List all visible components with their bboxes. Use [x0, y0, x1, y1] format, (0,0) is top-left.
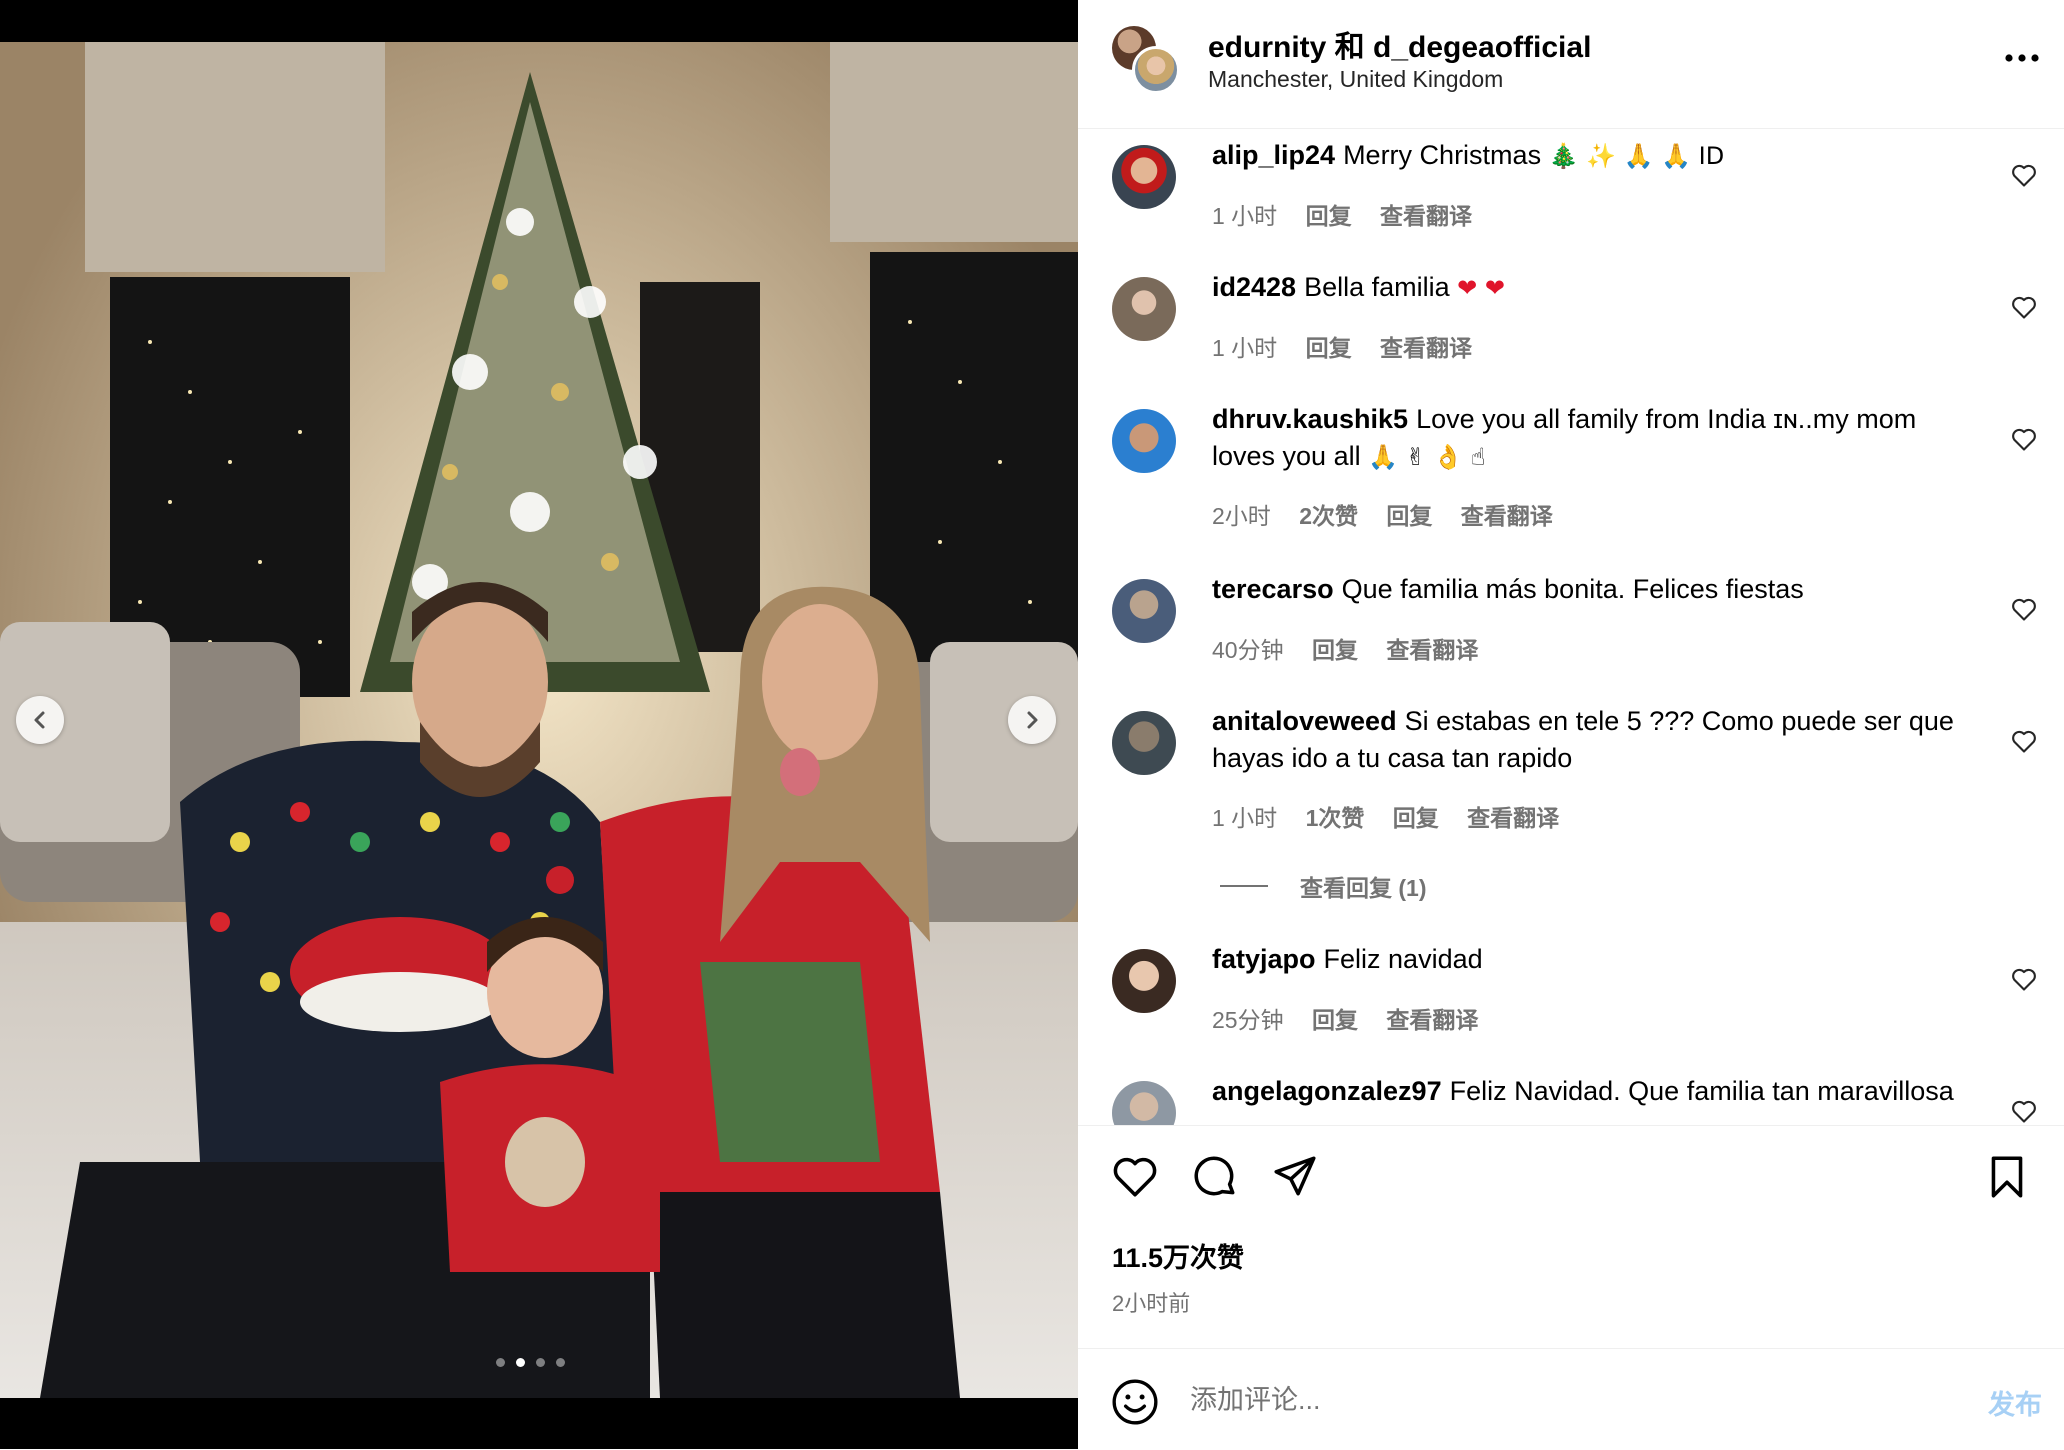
- reply-button[interactable]: 回复: [1312, 1007, 1358, 1033]
- comment-body: Que familia más bonita. Felices fiestas: [1341, 574, 1804, 604]
- post-media: [0, 0, 1078, 1449]
- divider: [1220, 885, 1268, 887]
- heart-icon[interactable]: [2010, 425, 2038, 453]
- heart-icon[interactable]: [1110, 1152, 1160, 1202]
- comment-time[interactable]: 1 小时: [1212, 805, 1277, 831]
- comment-meta: 2小时 2次赞 回复 查看翻译: [1212, 497, 1575, 531]
- comment-username[interactable]: anitaloveweed: [1212, 706, 1397, 736]
- heart-icon[interactable]: [2010, 293, 2038, 321]
- view-replies-button[interactable]: 查看回复 (1): [1220, 869, 1427, 903]
- comment-body: Bella familia: [1304, 272, 1450, 302]
- translate-button[interactable]: 查看翻译: [1386, 637, 1478, 663]
- post-header: edurnity 和 d_degeaofficial Manchester, U…: [1078, 0, 2064, 129]
- comment-username[interactable]: fatyjapo: [1212, 944, 1316, 974]
- comment-icon[interactable]: [1190, 1152, 1240, 1202]
- comment-username[interactable]: terecarso: [1212, 574, 1334, 604]
- chevron-left-icon: [34, 711, 45, 729]
- post-actions: 11.5万次赞 2小时前: [1078, 1125, 2064, 1349]
- comment-time[interactable]: 1 小时: [1212, 335, 1277, 361]
- heart-icon[interactable]: [2010, 595, 2038, 623]
- comment-username[interactable]: dhruv.kaushik5: [1212, 404, 1408, 434]
- carousel-dot: [556, 1358, 565, 1367]
- comment-text-block: anitaloveweed Si estabas en tele 5 ??? Co…: [1212, 703, 1972, 777]
- comment-like-count[interactable]: 1次赞: [1306, 805, 1365, 831]
- comment-body: Feliz navidad: [1323, 944, 1483, 974]
- reply-button[interactable]: 回复: [1306, 335, 1352, 361]
- comment-username[interactable]: alip_lip24: [1212, 140, 1335, 170]
- post-location[interactable]: Manchester, United Kingdom: [1208, 66, 1503, 93]
- post-comment-button[interactable]: 发布: [1988, 1383, 2042, 1422]
- avatar[interactable]: [1112, 579, 1176, 643]
- comment-meta: 1 小时 回复 查看翻译: [1212, 329, 1494, 363]
- comment-meta: 1 小时 回复 查看翻译: [1212, 197, 1494, 231]
- comment-meta: 40分钟 回复 查看翻译: [1212, 631, 1500, 665]
- comment-emoji: ❤ ❤: [1457, 274, 1505, 302]
- reply-button[interactable]: 回复: [1312, 637, 1358, 663]
- avatar[interactable]: [1112, 1081, 1176, 1125]
- translate-button[interactable]: 查看翻译: [1380, 335, 1472, 361]
- carousel-dot-active: [516, 1358, 525, 1367]
- translate-button[interactable]: 查看翻译: [1467, 805, 1559, 831]
- comment-username[interactable]: id2428: [1212, 272, 1296, 302]
- view-replies-label: 查看回复 (1): [1300, 875, 1427, 901]
- comment-text-block: dhruv.kaushik5 Love you all family from I…: [1212, 401, 1972, 476]
- comment-text-block: fatyjapo Feliz navidad: [1212, 941, 1972, 978]
- comment-body: Feliz Navidad. Que familia tan maravillo…: [1449, 1076, 1954, 1106]
- emoji-icon[interactable]: [1110, 1377, 1160, 1427]
- more-options-button[interactable]: [2002, 38, 2042, 78]
- comment-time[interactable]: 1 小时: [1212, 203, 1277, 229]
- more-options-icon: [2005, 54, 2039, 62]
- carousel-prev-button[interactable]: [16, 696, 64, 744]
- heart-icon[interactable]: [2010, 1097, 2038, 1125]
- reply-button[interactable]: 回复: [1306, 203, 1352, 229]
- avatar[interactable]: [1112, 145, 1176, 209]
- heart-icon[interactable]: [2010, 965, 2038, 993]
- comments-list[interactable]: alip_lip24 Merry Christmas 🎄 ✨ 🙏 🙏 ID 1 小…: [1078, 129, 2064, 1125]
- carousel-dot: [496, 1358, 505, 1367]
- post-authors[interactable]: edurnity 和 d_degeaofficial: [1208, 22, 1591, 66]
- avatar[interactable]: [1112, 409, 1176, 473]
- avatar[interactable]: [1112, 949, 1176, 1013]
- translate-button[interactable]: 查看翻译: [1380, 203, 1472, 229]
- family-christmas-photo: [0, 42, 1078, 1398]
- translate-button[interactable]: 查看翻译: [1461, 503, 1553, 529]
- heart-icon[interactable]: [2010, 727, 2038, 755]
- comment-like-count[interactable]: 2次赞: [1299, 503, 1358, 529]
- comment-meta: 1 小时 1次赞 回复 查看翻译: [1212, 799, 1581, 833]
- comment-input[interactable]: [1188, 1373, 1892, 1427]
- send-icon[interactable]: [1270, 1152, 1320, 1202]
- comment-time[interactable]: 25分钟: [1212, 1007, 1284, 1033]
- comment-text-block: id2428 Bella familia ❤ ❤: [1212, 269, 1972, 307]
- comment-time[interactable]: 40分钟: [1212, 637, 1284, 663]
- carousel-next-button[interactable]: [1008, 696, 1056, 744]
- post-time[interactable]: 2小时前: [1112, 1286, 1190, 1318]
- author-avatars[interactable]: [1112, 26, 1182, 96]
- reply-button[interactable]: 回复: [1393, 805, 1439, 831]
- comment-username[interactable]: angelagonzalez97: [1212, 1076, 1442, 1106]
- avatar[interactable]: [1132, 46, 1180, 94]
- carousel-indicator: [496, 1358, 565, 1367]
- comment-emoji: 🙏 ✌ 👌 ☝: [1368, 443, 1486, 471]
- comment-body: Merry Christmas: [1343, 140, 1542, 170]
- comment-time[interactable]: 2小时: [1212, 503, 1271, 529]
- avatar[interactable]: [1112, 277, 1176, 341]
- comment-meta: 25分钟 回复 查看翻译: [1212, 1001, 1500, 1035]
- comment-emoji: 🎄 ✨ 🙏 🙏 ID: [1548, 142, 1725, 170]
- bookmark-icon[interactable]: [1982, 1152, 2032, 1202]
- carousel-dot: [536, 1358, 545, 1367]
- translate-button[interactable]: 查看翻译: [1386, 1007, 1478, 1033]
- post-side-panel: edurnity 和 d_degeaofficial Manchester, U…: [1078, 0, 2064, 1449]
- add-comment-bar: 发布: [1078, 1348, 2064, 1450]
- heart-icon[interactable]: [2010, 161, 2038, 189]
- reply-button[interactable]: 回复: [1386, 503, 1432, 529]
- avatar[interactable]: [1112, 711, 1176, 775]
- comment-text-block: alip_lip24 Merry Christmas 🎄 ✨ 🙏 🙏 ID: [1212, 137, 1972, 175]
- post-photo[interactable]: [0, 42, 1078, 1398]
- comment-text-block: angelagonzalez97 Feliz Navidad. Que famil…: [1212, 1073, 1972, 1110]
- comment-text-block: terecarso Que familia más bonita. Felices…: [1212, 571, 1972, 608]
- likes-count[interactable]: 11.5万次赞: [1112, 1236, 1244, 1275]
- chevron-right-icon: [1027, 711, 1038, 729]
